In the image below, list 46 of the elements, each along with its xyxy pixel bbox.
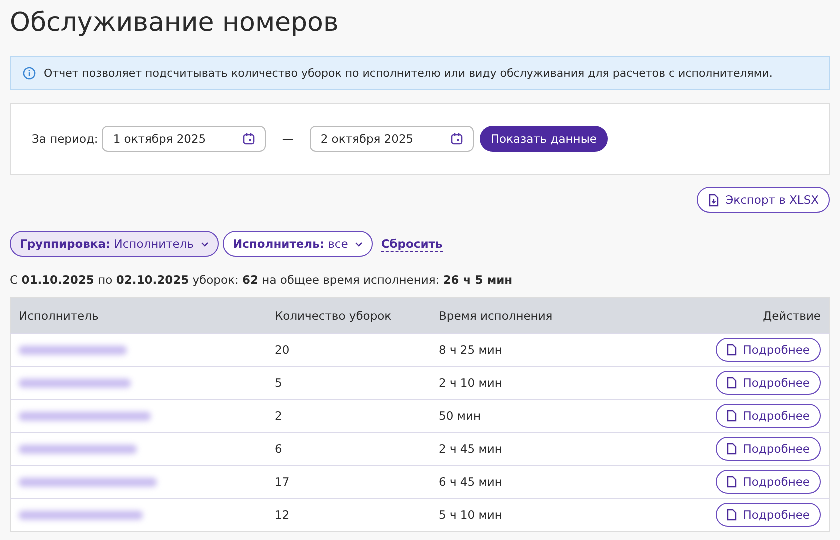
filter-chip[interactable]: Группировка: Исполнитель [10, 231, 219, 257]
document-icon [727, 476, 738, 488]
document-icon [727, 344, 738, 356]
info-text: Отчет позволяет подсчитывать количество уборок по исполнителю или виду обслуживания для расчетов с исполнителями. [44, 66, 773, 80]
column-header: Действие [647, 298, 830, 334]
table-cell: 17 [275, 475, 290, 489]
document-icon [727, 410, 738, 422]
details-button[interactable]: Подробнее [716, 503, 821, 527]
calendar-icon[interactable] [450, 133, 463, 145]
details-button[interactable]: Подробнее [716, 470, 821, 494]
filter-chip[interactable]: Исполнитель: все [222, 231, 374, 257]
date-field[interactable]: 2 октября 2025 [310, 126, 474, 152]
date-field[interactable]: 1 октября 2025 [102, 126, 266, 152]
document-icon [727, 443, 738, 455]
chevron-down-icon [355, 242, 364, 246]
table-cell: 2 ч 10 мин [439, 376, 502, 390]
table-cell: 2 [275, 409, 282, 423]
table-cell: 2 ч 45 мин [439, 442, 502, 456]
table-cell: 50 мин [439, 409, 481, 423]
table-cell: 20 [275, 343, 290, 357]
period-label: За период: [32, 132, 98, 146]
summary-text: С 01.10.2025 по 02.10.2025 уборок: 62 на общее время исполнения: 26 ч 5 мин [10, 273, 514, 289]
file-download-icon [708, 194, 720, 206]
page-title: Обслуживание номеров [10, 7, 340, 40]
chevron-down-icon [200, 242, 209, 246]
table-cell: 6 ч 45 мин [439, 475, 502, 489]
table-cell: 5 [275, 376, 282, 390]
details-button[interactable]: Подробнее [716, 338, 821, 362]
show-data-button[interactable]: Показать данные [480, 126, 608, 152]
details-button[interactable]: Подробнее [716, 437, 821, 461]
info-icon [23, 66, 36, 80]
column-header: Исполнитель [10, 298, 267, 334]
table-cell: 12 [275, 508, 290, 522]
table-cell: 8 ч 25 мин [439, 343, 502, 357]
document-icon [727, 509, 738, 521]
column-header: Время исполнения [431, 298, 647, 334]
table-cell: 6 [275, 442, 282, 456]
export-button[interactable]: Экспорт в XLSX [696, 187, 830, 213]
document-icon [727, 377, 738, 389]
table-cell: 5 ч 10 мин [439, 508, 502, 522]
calendar-icon[interactable] [243, 133, 256, 145]
details-button[interactable]: Подробнее [716, 404, 821, 428]
column-header: Количество уборок [267, 298, 431, 334]
range-separator: — [282, 132, 294, 146]
reset-link[interactable]: Сбросить [381, 236, 443, 252]
details-button[interactable]: Подробнее [716, 371, 821, 395]
